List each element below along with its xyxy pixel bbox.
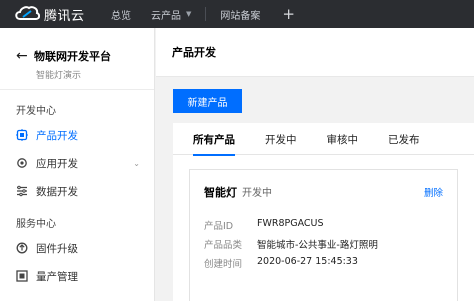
new-product-button[interactable]: 新建产品	[173, 89, 242, 113]
nav-icp-filing-label: 网站备案	[220, 10, 261, 22]
top-navbar: 腾讯云 总览 云产品 ▼ 网站备案 +	[0, 0, 474, 28]
nav-divider	[205, 7, 207, 21]
chevron-down-icon: ▼	[186, 10, 192, 18]
delete-product-link[interactable]: 删除	[424, 185, 443, 199]
production-icon	[16, 270, 28, 282]
product-category-row: 产品品类 智能城市-公共事业-路灯照明	[204, 237, 378, 251]
nav-overview[interactable]: 总览	[101, 0, 141, 28]
brand-logo[interactable]: 腾讯云	[0, 5, 101, 24]
sidebar-item-product-dev[interactable]: 产品开发	[0, 121, 154, 149]
project-name: 智能灯演示	[36, 71, 82, 81]
page-title: 产品开发	[156, 28, 474, 77]
nav-products-label: 云产品	[151, 10, 181, 22]
sidebar-item-data-dev[interactable]: 数据开发	[0, 177, 154, 205]
product-id-value: FWR8PGACUS	[257, 218, 324, 229]
field-label: 产品品类	[204, 240, 243, 251]
created-time-row: 创建时间 2020-06-27 15:45:33	[204, 256, 358, 270]
tab-in-development[interactable]: 开发中	[265, 123, 297, 155]
product-category-value: 智能城市-公共事业-路灯照明	[257, 240, 378, 251]
add-shortcut-button[interactable]: +	[270, 0, 307, 28]
brand-name: 腾讯云	[44, 8, 85, 24]
section-service-center: 服务中心	[16, 219, 56, 230]
sidebar-header: ← 物联网开发平台 智能灯演示	[0, 28, 154, 90]
sidebar: ← 物联网开发平台 智能灯演示 开发中心 产品开发 应用开发 ⌄ 数据开发 服务	[0, 28, 155, 301]
product-id-row: 产品ID FWR8PGACUS	[204, 218, 324, 232]
nav-overview-label: 总览	[111, 10, 131, 22]
nav-products[interactable]: 云产品 ▼	[141, 0, 201, 28]
chevron-down-icon: ⌄	[133, 158, 140, 168]
tab-published[interactable]: 已发布	[388, 123, 420, 155]
tab-all-products[interactable]: 所有产品	[193, 123, 235, 156]
product-list-panel: 所有产品 开发中 审核中 已发布 智能灯 开发中 删除 产品ID FWR8PGA…	[173, 123, 474, 301]
sidebar-item-label: 产品开发	[36, 129, 78, 142]
sidebar-item-app-dev[interactable]: 应用开发 ⌄	[0, 149, 154, 177]
product-tabs: 所有产品 开发中 审核中 已发布	[173, 123, 474, 156]
sidebar-item-label: 数据开发	[36, 185, 78, 198]
platform-title: 物联网开发平台	[34, 50, 111, 63]
product-icon	[16, 129, 28, 141]
product-card[interactable]: 智能灯 开发中 删除 产品ID FWR8PGACUS 产品品类 智能城市-公共事…	[189, 169, 458, 301]
arrow-left-icon[interactable]: ←	[16, 49, 34, 63]
status-badge: 开发中	[242, 188, 272, 199]
nav-icp-filing[interactable]: 网站备案	[210, 0, 270, 28]
sidebar-item-label: 量产管理	[36, 270, 78, 283]
field-label: 产品ID	[204, 221, 234, 232]
tencent-cloud-logo-icon	[15, 6, 40, 20]
plus-icon: +	[282, 5, 295, 23]
sidebar-item-firmware-upgrade[interactable]: 固件升级	[0, 234, 154, 262]
firmware-icon	[16, 242, 28, 254]
created-time-value: 2020-06-27 15:45:33	[257, 256, 358, 267]
sidebar-item-label: 固件升级	[36, 242, 78, 255]
field-label: 创建时间	[204, 259, 243, 270]
app-gear-icon	[17, 158, 27, 168]
section-dev-center: 开发中心	[16, 106, 56, 117]
data-icon	[17, 185, 27, 197]
main-content: 产品开发 新建产品 所有产品 开发中 审核中 已发布 智能灯 开发中 删除 产品…	[156, 28, 474, 301]
sidebar-item-production-mgmt[interactable]: 量产管理	[0, 262, 154, 290]
product-name[interactable]: 智能灯	[204, 184, 237, 200]
tab-under-review[interactable]: 审核中	[327, 123, 359, 155]
sidebar-item-label: 应用开发	[36, 157, 78, 170]
